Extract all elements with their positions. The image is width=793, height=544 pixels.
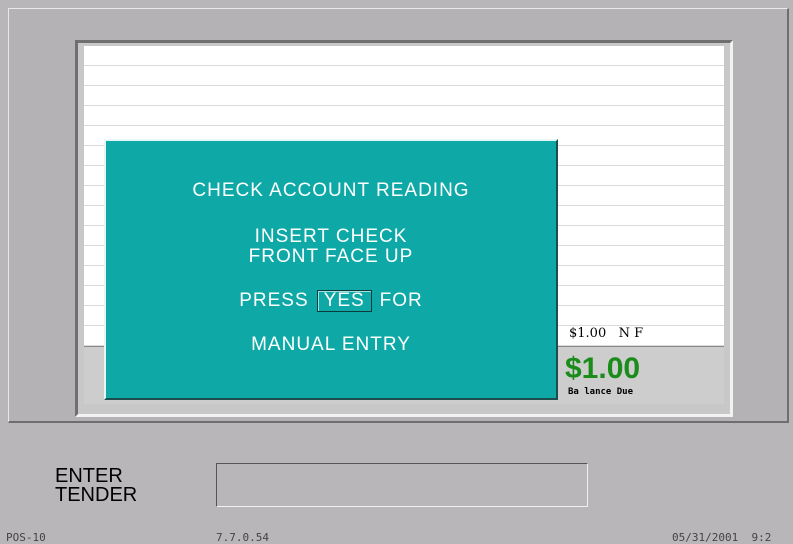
enter-tender-label-line2: TENDER	[55, 484, 138, 506]
terminal-id: POS-10	[6, 531, 46, 544]
dialog-press-line: PRESS YES FOR	[106, 290, 556, 312]
balance-due-amount: $1.00	[565, 352, 641, 385]
check-account-dialog: CHECK ACCOUNT READING INSERT CHECK FRONT…	[104, 139, 558, 400]
dialog-manual-entry: MANUAL ENTRY	[251, 334, 411, 355]
dialog-instruction-1: INSERT CHECK	[254, 226, 408, 247]
tender-input[interactable]	[216, 463, 588, 507]
dialog-title: CHECK ACCOUNT READING	[192, 180, 470, 201]
balance-due-label: Ba lance Due	[568, 387, 634, 397]
enter-tender-label: ENTER TENDER	[55, 466, 138, 506]
software-version: 7.7.0.54	[216, 531, 269, 544]
press-text: PRESS	[239, 290, 309, 311]
tender-entry-area: ENTER TENDER	[0, 428, 793, 528]
status-bar: POS-10 7.7.0.54 05/31/2001 9:2	[0, 531, 793, 544]
date-time: 05/31/2001 9:2	[672, 531, 772, 544]
for-text: FOR	[379, 290, 423, 311]
line-item-amount: $1.00 N F	[569, 326, 644, 341]
dialog-instruction-2: FRONT FACE UP	[248, 246, 414, 267]
yes-key-button[interactable]: YES	[316, 290, 372, 312]
